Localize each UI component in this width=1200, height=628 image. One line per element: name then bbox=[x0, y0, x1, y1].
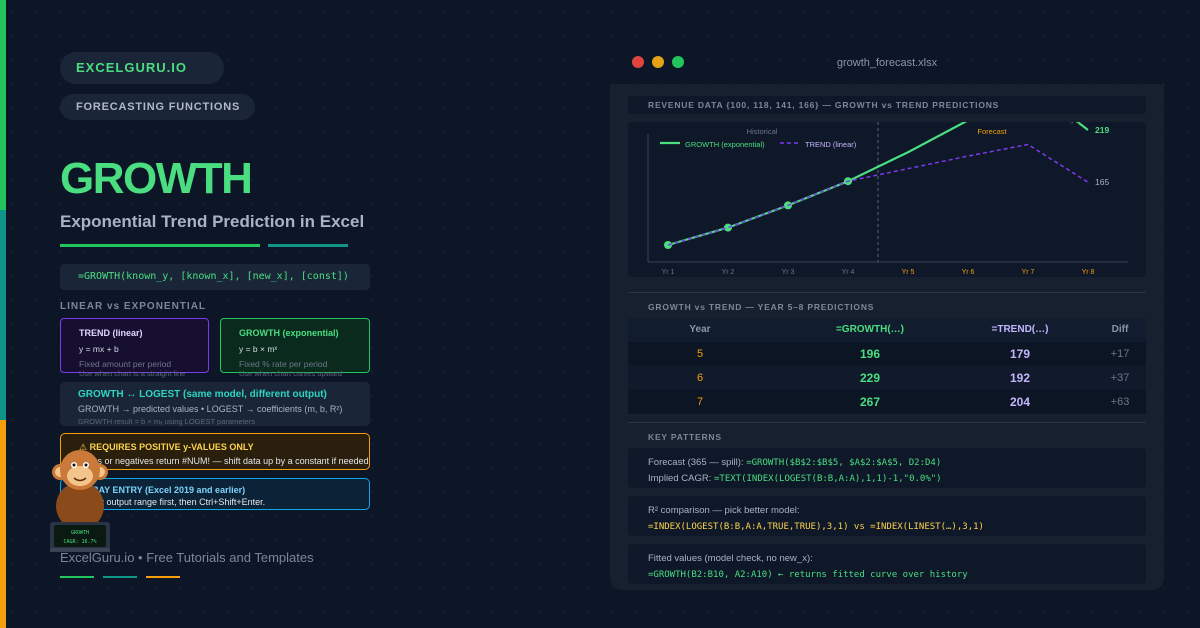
array-entry-box-title: ARRAY ENTRY (Excel 2019 and earlier) bbox=[79, 485, 246, 495]
growth-card-title: GROWTH (exponential) bbox=[239, 328, 339, 338]
footer-line-green bbox=[60, 576, 94, 578]
window-minimize-button[interactable] bbox=[652, 56, 664, 68]
title-underline-teal bbox=[268, 244, 348, 247]
trend-end-label: 165 bbox=[1095, 177, 1109, 187]
growth-card-note: Fixed % rate per period bbox=[239, 359, 328, 369]
growth-card: GROWTH (exponential) y = b × mˣ Fixed % … bbox=[220, 318, 370, 378]
table-cell-diff: +63 bbox=[1110, 396, 1130, 408]
pattern-code[interactable]: =TEXT(INDEX(LOGEST(B:B,A:A),1,1)-1,"0.0%… bbox=[714, 474, 942, 484]
table-header-diff: Diff bbox=[1111, 324, 1129, 335]
chart-panel: Historical Forecast Yr 1 Yr 2 Yr 3 Yr 4 Yr 5 Yr… bbox=[628, 82, 1146, 277]
x-tick-label: Yr 2 bbox=[722, 269, 735, 276]
logest-box: GROWTH ↔ LOGEST (same model, different o… bbox=[60, 382, 370, 426]
trend-card-note: Fixed amount per period bbox=[79, 359, 172, 369]
trend-card-title: TREND (linear) bbox=[79, 328, 143, 338]
forecast-label: Forecast bbox=[977, 127, 1007, 136]
table-header-growth: =GROWTH(…) bbox=[835, 324, 905, 335]
accent-bar-teal bbox=[0, 210, 6, 420]
section-divider bbox=[628, 292, 1146, 293]
table-header-row: Year =GROWTH(…) =TREND(…) Diff bbox=[628, 318, 1146, 342]
trend-card-note2: Use when chart is a straight line bbox=[79, 369, 186, 378]
pattern-label: Fitted values (model check, no new_x): bbox=[648, 553, 813, 564]
table-cell-trend: 179 bbox=[1009, 347, 1031, 361]
pattern-label: Forecast (365 — spill): bbox=[648, 457, 744, 468]
pattern-card-forecast: Forecast (365 — spill): =GROWTH($B$2:$B$… bbox=[628, 448, 1146, 488]
page-title: GROWTH bbox=[60, 154, 253, 203]
table-cell-growth: 267 bbox=[859, 395, 881, 409]
x-tick-label: Yr 4 bbox=[842, 269, 855, 276]
logest-box-title: GROWTH ↔ LOGEST (same model, different o… bbox=[78, 389, 327, 400]
gap-annotation: Yr 8 gap: +54 bbox=[1055, 122, 1097, 124]
accent-bar-green bbox=[0, 0, 6, 210]
warning-box-body: Zeros or negatives return #NUM! — shift … bbox=[79, 456, 369, 466]
growth-end-label: 219 bbox=[1095, 125, 1109, 135]
x-tick-label: Yr 8 bbox=[1082, 269, 1095, 276]
section-divider bbox=[628, 422, 1146, 423]
table-header-year: Year bbox=[689, 324, 711, 335]
accent-bar-orange bbox=[0, 420, 6, 628]
table-cell-diff: +17 bbox=[1110, 348, 1130, 360]
table-row[interactable]: 6 229 192 +37 bbox=[628, 366, 1146, 390]
pattern-code[interactable]: =GROWTH($B$2:$B$5, $A$2:$A$5, D2:D4) bbox=[746, 458, 941, 468]
pattern-code[interactable]: =INDEX(LOGEST(B:B,A:A,TRUE,TRUE),3,1) vs… bbox=[648, 522, 984, 532]
table-row[interactable]: 5 196 179 +17 bbox=[628, 342, 1146, 366]
x-tick-label: Yr 6 bbox=[962, 269, 975, 276]
page-subtitle: Exponential Trend Prediction in Excel bbox=[60, 212, 365, 231]
warning-box-title: ⚠ REQUIRES POSITIVE y-VALUES ONLY bbox=[79, 442, 254, 452]
prediction-table: Year =GROWTH(…) =TREND(…) Diff 5 196 179… bbox=[628, 318, 1146, 414]
logest-box-line2: GROWTH result = b × mₓ using LOGEST para… bbox=[78, 417, 255, 426]
table-row[interactable]: 7 267 204 +63 bbox=[628, 390, 1146, 414]
x-tick-label: Yr 5 bbox=[902, 269, 915, 276]
pattern-label: Implied CAGR: bbox=[648, 473, 712, 484]
legend-trend-label: TREND (linear) bbox=[805, 140, 857, 149]
table-heading: GROWTH vs TREND — YEAR 5–8 PREDICTIONS bbox=[648, 302, 875, 312]
patterns-heading: KEY PATTERNS bbox=[648, 432, 722, 442]
forecast-chart: Historical Forecast Yr 1 Yr 2 Yr 3 Yr 4 Yr 5 Yr… bbox=[647, 82, 1128, 276]
mascot-screen-line1: GROWTH bbox=[71, 530, 89, 536]
title-underline-green bbox=[60, 244, 260, 247]
pattern-card-r2: R² comparison — pick better model: =INDE… bbox=[628, 496, 1146, 536]
trend-card-formula: y = mx + b bbox=[79, 344, 119, 354]
compare-section-label: LINEAR vs EXPONENTIAL bbox=[60, 301, 207, 312]
footer-text[interactable]: ExcelGuru.io • Free Tutorials and Templa… bbox=[60, 550, 314, 565]
mascot-screen-line2: CAGR: 16.7% bbox=[63, 539, 96, 545]
syntax-code: =GROWTH(known_y, [known_x], [new_x], [co… bbox=[60, 264, 370, 290]
pattern-code[interactable]: =GROWTH(B2:B10, A2:A10) ← returns fitted… bbox=[648, 570, 968, 580]
pattern-label: R² comparison — pick better model: bbox=[648, 505, 800, 516]
window-close-button[interactable] bbox=[632, 56, 644, 68]
trend-card: TREND (linear) y = mx + b Fixed amount p… bbox=[60, 318, 209, 378]
table-cell-year: 5 bbox=[696, 348, 704, 360]
table-header-trend: =TREND(…) bbox=[991, 324, 1049, 335]
growth-card-note2: Use when chart curves upward bbox=[239, 369, 342, 378]
x-tick-label: Yr 1 bbox=[662, 269, 675, 276]
monkey-mascot-icon: GROWTH CAGR: 16.7% bbox=[50, 450, 110, 552]
array-entry-box-body: Select output range first, then Ctrl+Shi… bbox=[79, 497, 266, 507]
x-tick-label: Yr 7 bbox=[1022, 269, 1035, 276]
table-cell-diff: +37 bbox=[1110, 372, 1130, 384]
table-cell-trend: 204 bbox=[1009, 395, 1031, 409]
table-cell-growth: 229 bbox=[859, 371, 881, 385]
brand-badge[interactable]: EXCELGURU.IO bbox=[60, 52, 224, 84]
revenue-heading: REVENUE DATA {100, 118, 141, 166} — GROW… bbox=[628, 96, 1146, 114]
footer-line-orange bbox=[146, 576, 180, 578]
category-badge: FORECASTING FUNCTIONS bbox=[60, 94, 255, 120]
growth-data-point bbox=[724, 223, 732, 232]
table-cell-growth: 196 bbox=[859, 347, 881, 361]
table-cell-year: 6 bbox=[696, 372, 704, 384]
footer-line-teal bbox=[103, 576, 137, 578]
table-cell-year: 7 bbox=[696, 396, 704, 408]
window-filename: growth_forecast.xlsx bbox=[836, 57, 938, 69]
table-cell-trend: 192 bbox=[1009, 371, 1031, 385]
legend-growth-label: GROWTH (exponential) bbox=[685, 140, 765, 149]
growth-card-formula: y = b × mˣ bbox=[239, 344, 278, 354]
logest-box-line1: GROWTH → predicted values • LOGEST → coe… bbox=[78, 404, 343, 414]
historical-label: Historical bbox=[747, 127, 778, 136]
pattern-card-fitted: Fitted values (model check, no new_x): =… bbox=[628, 544, 1146, 584]
window-maximize-button[interactable] bbox=[672, 56, 684, 68]
x-tick-label: Yr 3 bbox=[782, 269, 795, 276]
